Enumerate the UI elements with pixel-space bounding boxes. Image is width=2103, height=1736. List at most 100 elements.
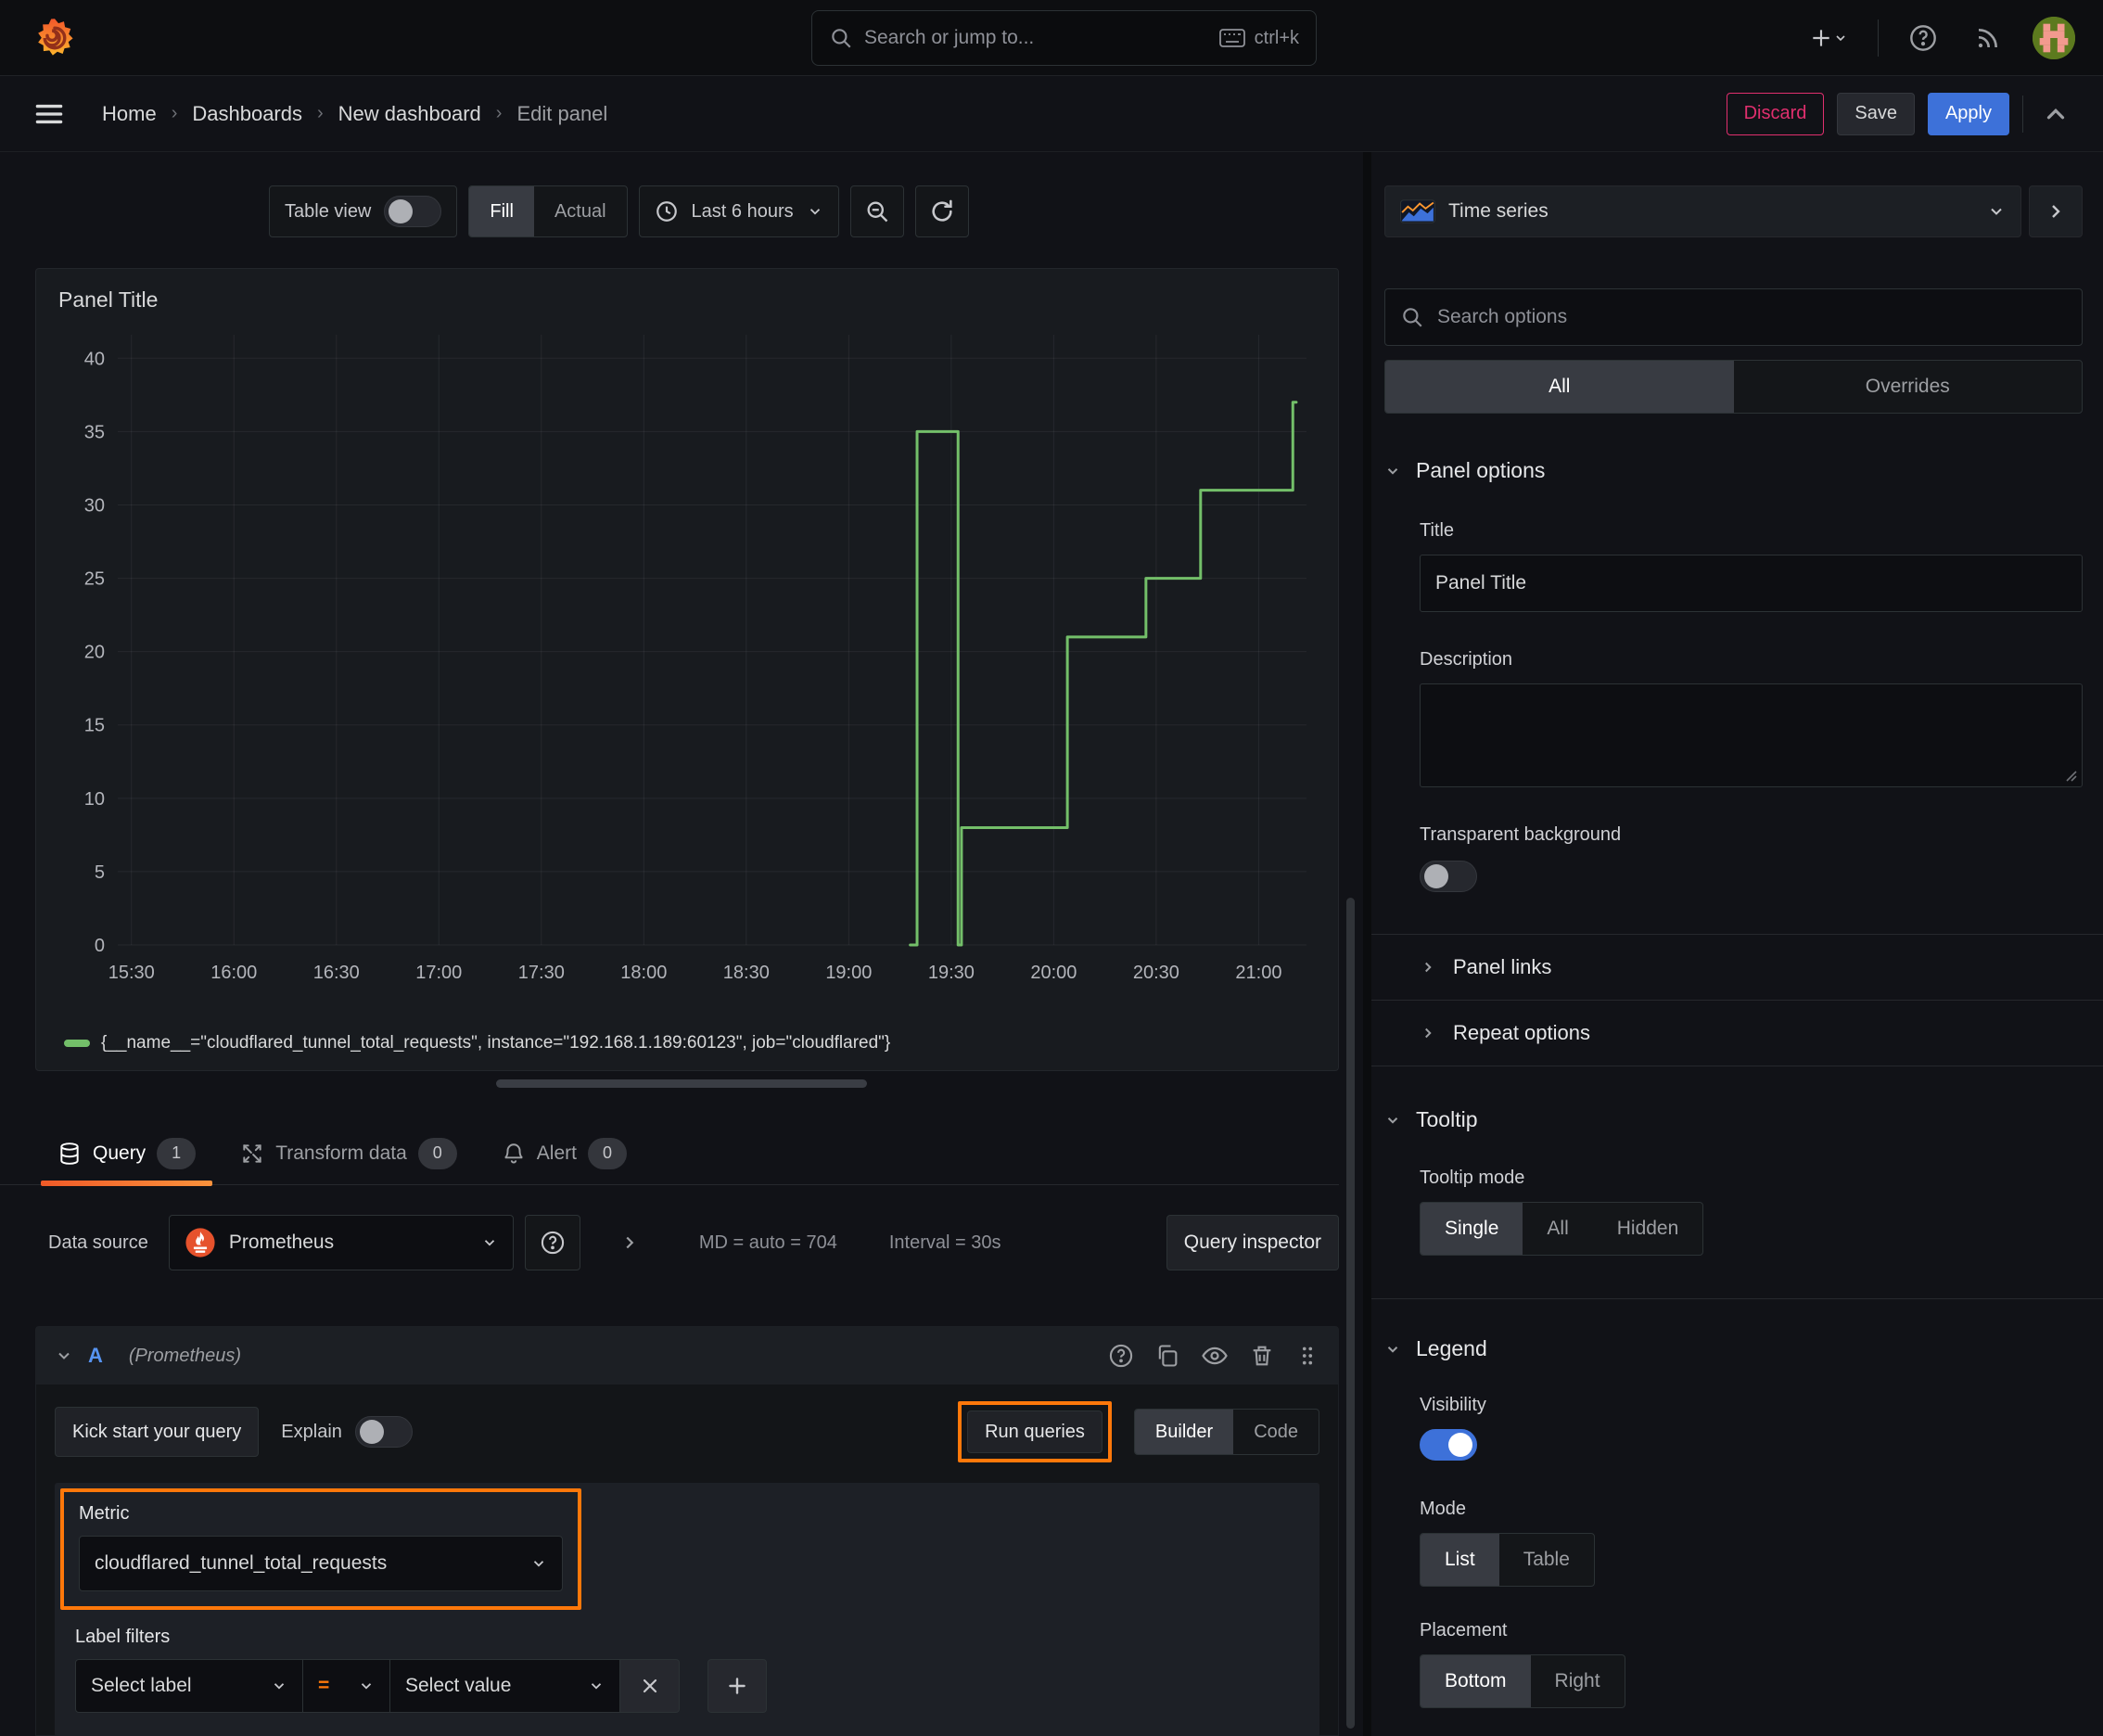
tab-transform-data[interactable]: Transform data 0 <box>223 1122 474 1184</box>
resize-grip-icon[interactable] <box>2063 768 2078 783</box>
legend-table-option[interactable]: Table <box>1499 1534 1594 1586</box>
tooltip-single-option[interactable]: Single <box>1421 1203 1523 1255</box>
breadcrumb-bar: Home › Dashboards › New dashboard › Edit… <box>0 76 2103 152</box>
options-search[interactable] <box>1384 288 2083 346</box>
tooltip-heading: Tooltip <box>1416 1107 1478 1131</box>
apply-button[interactable]: Apply <box>1927 92 2009 135</box>
run-queries-button[interactable]: Run queries <box>967 1410 1102 1453</box>
query-inspector-button[interactable]: Query inspector <box>1166 1215 1339 1270</box>
metric-picker[interactable]: cloudflared_tunnel_total_requests <box>79 1536 563 1591</box>
time-range-picker[interactable]: Last 6 hours <box>638 185 839 237</box>
scrollbar-thumb[interactable] <box>1346 898 1355 1729</box>
refresh-button[interactable] <box>914 185 969 237</box>
breadcrumb-home[interactable]: Home <box>102 102 157 126</box>
svg-text:15:30: 15:30 <box>108 963 155 983</box>
tooltip-all-option[interactable]: All <box>1523 1203 1592 1255</box>
top-nav-actions <box>1803 0 2075 76</box>
chevron-down-icon[interactable] <box>55 1347 73 1365</box>
repeat-options-section[interactable]: Repeat options <box>1384 1001 2083 1066</box>
delete-query-icon[interactable] <box>1249 1343 1275 1369</box>
legend-section-header[interactable]: Legend <box>1384 1336 2083 1361</box>
metric-highlight: Metric cloudflared_tunnel_total_requests <box>60 1488 581 1610</box>
code-option[interactable]: Code <box>1233 1410 1319 1454</box>
visualization-picker[interactable]: Time series <box>1384 185 2021 237</box>
collapse-options-button[interactable] <box>2029 185 2083 237</box>
svg-text:25: 25 <box>84 569 105 590</box>
tab-all-options[interactable]: All <box>1385 361 1734 413</box>
toggle-visibility-icon[interactable] <box>1201 1342 1229 1370</box>
query-row-header[interactable]: A (Prometheus) <box>36 1327 1338 1385</box>
options-search-input[interactable] <box>1437 306 2067 328</box>
chart-area[interactable]: 0 5 10 15 20 25 30 35 40 15:30 16:00 16:30 17:00 17:3… <box>36 316 1338 1029</box>
save-button[interactable]: Save <box>1837 92 1915 135</box>
builder-option[interactable]: Builder <box>1134 1410 1234 1454</box>
grafana-logo-icon[interactable] <box>33 17 76 59</box>
resize-handle[interactable] <box>496 1079 867 1088</box>
duplicate-query-icon[interactable] <box>1154 1343 1180 1369</box>
menu-toggle-button[interactable] <box>28 96 70 133</box>
panel-links-section[interactable]: Panel links <box>1384 935 2083 1000</box>
metric-label: Metric <box>79 1503 130 1524</box>
table-view-toggle[interactable] <box>384 196 442 227</box>
keyboard-icon <box>1218 29 1245 47</box>
pane-divider[interactable] <box>1363 152 1371 1736</box>
tooltip-section-header[interactable]: Tooltip <box>1384 1107 2083 1132</box>
global-search-input[interactable] <box>864 27 1208 49</box>
tab-alert[interactable]: Alert 0 <box>485 1122 644 1184</box>
legend-list-option[interactable]: List <box>1421 1534 1499 1586</box>
table-view-label: Table view <box>285 200 372 222</box>
legend-visibility-toggle[interactable] <box>1420 1429 1477 1461</box>
transparent-bg-toggle[interactable] <box>1420 861 1477 892</box>
discard-button[interactable]: Discard <box>1726 92 1825 135</box>
panel-options-section-header[interactable]: Panel options <box>1384 458 2083 483</box>
user-avatar[interactable] <box>2033 17 2075 59</box>
kickstart-query-button[interactable]: Kick start your query <box>55 1407 260 1457</box>
query-help-icon[interactable] <box>1108 1343 1134 1369</box>
tooltip-hidden-option[interactable]: Hidden <box>1593 1203 1703 1255</box>
panel-title[interactable]: Panel Title <box>36 269 1338 316</box>
svg-text:17:30: 17:30 <box>518 963 565 983</box>
panel-description-textarea[interactable] <box>1420 683 2083 787</box>
news-button[interactable] <box>1968 18 2008 58</box>
remove-filter-button[interactable] <box>620 1659 680 1713</box>
chevron-right-icon[interactable] <box>619 1232 640 1253</box>
zoom-out-button[interactable] <box>849 185 904 237</box>
actual-option[interactable]: Actual <box>534 186 627 236</box>
global-search[interactable]: ctrl+k <box>811 10 1317 66</box>
tab-transform-count: 0 <box>417 1137 457 1169</box>
breadcrumb-dashboards[interactable]: Dashboards <box>192 102 302 126</box>
datasource-help-button[interactable] <box>524 1215 580 1270</box>
select-label-dropdown[interactable]: Select label <box>75 1659 303 1713</box>
chart-legend: {__name__="cloudflared_tunnel_total_requ… <box>36 1029 1338 1070</box>
add-new-button[interactable] <box>1803 20 1854 56</box>
tab-alert-label: Alert <box>536 1142 577 1164</box>
fill-option[interactable]: Fill <box>469 186 534 236</box>
add-filter-button[interactable] <box>707 1659 767 1713</box>
legend-heading: Legend <box>1416 1336 1487 1360</box>
explain-toggle[interactable] <box>354 1416 413 1448</box>
chevron-down-icon <box>1836 35 1845 42</box>
select-value-dropdown[interactable]: Select value <box>390 1659 620 1713</box>
chevron-right-icon <box>2052 205 2060 218</box>
interval-stat: Interval = 30s <box>888 1232 1001 1253</box>
tab-query[interactable]: Query 1 <box>41 1122 213 1186</box>
chevron-down-icon <box>1387 467 1398 475</box>
legend-series-label[interactable]: {__name__="cloudflared_tunnel_total_requ… <box>101 1033 890 1053</box>
panel-preview: Panel Title 0 5 10 15 20 25 30 35 40 15:30 16:00 16… <box>35 268 1339 1071</box>
help-button[interactable] <box>1903 18 1944 58</box>
legend-bottom-option[interactable]: Bottom <box>1421 1655 1531 1707</box>
datasource-picker[interactable]: Prometheus <box>168 1215 514 1270</box>
legend-series-dash[interactable] <box>64 1040 90 1047</box>
collapse-header-button[interactable] <box>2036 95 2075 134</box>
hamburger-icon <box>35 104 63 123</box>
label-filters-label: Label filters <box>75 1627 171 1647</box>
transparent-bg-label: Transparent background <box>1420 824 1622 845</box>
time-range-label: Last 6 hours <box>691 200 794 222</box>
drag-handle-icon[interactable] <box>1295 1344 1319 1368</box>
operator-dropdown[interactable]: = <box>303 1659 390 1713</box>
tab-overrides[interactable]: Overrides <box>1734 361 2083 413</box>
breadcrumb-new-dashboard[interactable]: New dashboard <box>338 102 481 126</box>
panel-title-input[interactable] <box>1420 555 2083 612</box>
chevron-down-icon <box>274 1683 285 1690</box>
legend-right-option[interactable]: Right <box>1531 1655 1625 1707</box>
